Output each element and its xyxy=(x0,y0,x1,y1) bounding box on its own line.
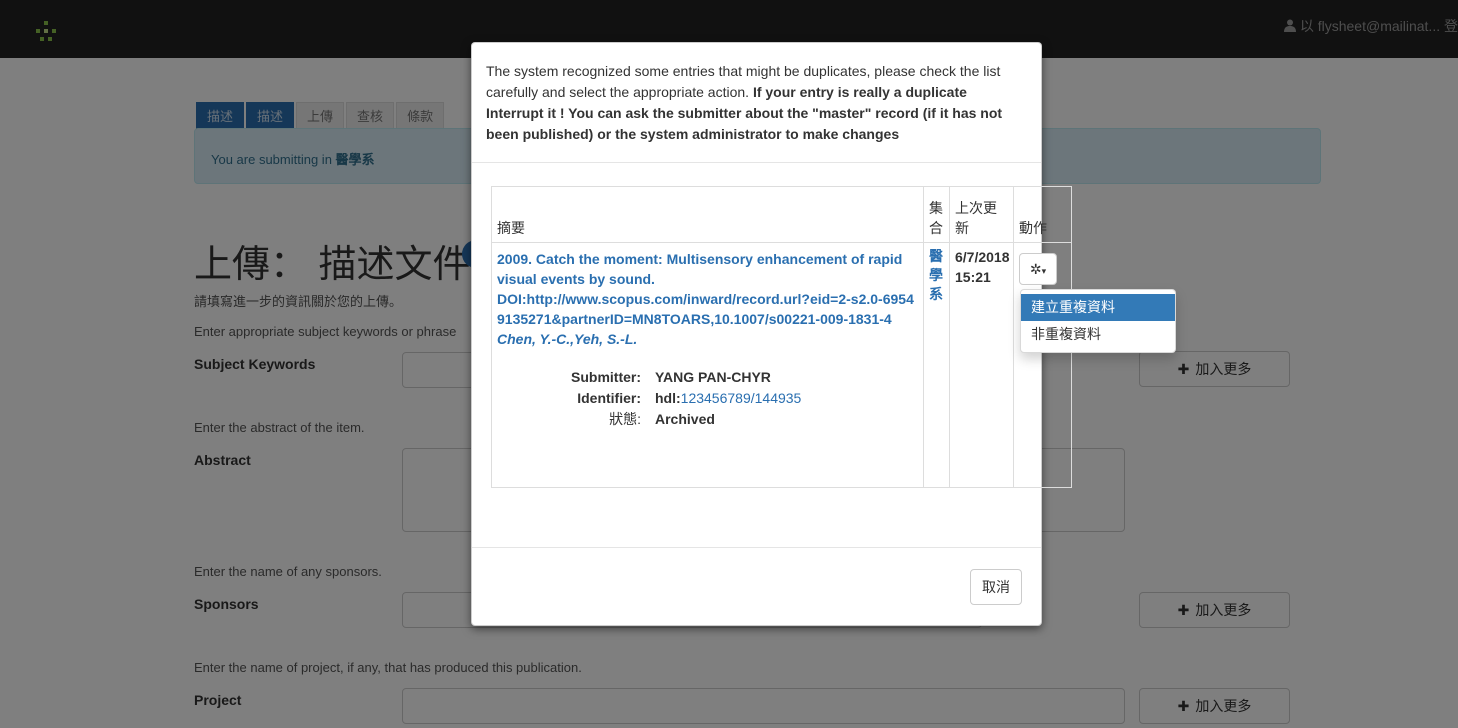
submitter-key: Submitter: xyxy=(571,369,641,385)
status-value: Archived xyxy=(655,411,715,427)
menu-item-not-duplicate[interactable]: 非重複資料 xyxy=(1021,321,1175,348)
entry-summary: 2009. Catch the moment: Multisensory enh… xyxy=(491,242,924,488)
entry-last-update: 6/7/2018 15:21 xyxy=(949,242,1014,488)
cancel-button[interactable]: 取消 xyxy=(970,569,1022,605)
column-header-collection: 集合 xyxy=(923,186,950,243)
gear-icon: ✲ xyxy=(1029,261,1042,277)
submitter-value: YANG PAN-CHYR xyxy=(655,369,771,385)
caret-down-icon: ▾ xyxy=(1041,266,1047,276)
entry-doi[interactable]: DOI:http://www.scopus.com/inward/record.… xyxy=(497,289,918,329)
action-dropdown-button[interactable]: ✲▾ xyxy=(1019,253,1057,285)
duplicate-check-modal: The system recognized some entries that … xyxy=(471,42,1072,626)
entry-details: Submitter: YANG PAN-CHYR Identifier: hdl:1… xyxy=(497,367,918,430)
column-header-action: 動作 xyxy=(1013,186,1072,243)
identifier-link[interactable]: 123456789/144935 xyxy=(681,390,802,406)
duplicates-table: 摘要 集合 上次更新 動作 2009. Catch the moment: Mu… xyxy=(491,186,1072,488)
modal-footer: 取消 xyxy=(472,547,1041,625)
table-row: 2009. Catch the moment: Multisensory enh… xyxy=(491,242,1072,488)
status-key: 狀態: xyxy=(609,411,641,427)
entry-action-cell: ✲▾ xyxy=(1013,242,1072,488)
entry-title[interactable]: 2009. Catch the moment: Multisensory enh… xyxy=(497,249,918,289)
action-dropdown-menu: 建立重複資料 非重複資料 xyxy=(1020,289,1176,353)
identifier-prefix: hdl: xyxy=(655,390,681,406)
entry-collection[interactable]: 醫學系 xyxy=(923,242,950,488)
identifier-key: Identifier: xyxy=(577,390,641,406)
column-header-summary: 摘要 xyxy=(491,186,924,243)
modal-message: The system recognized some entries that … xyxy=(472,43,1041,163)
column-header-last-update: 上次更新 xyxy=(949,186,1014,243)
entry-authors[interactable]: Chen, Y.-C.,Yeh, S.-L. xyxy=(497,329,918,349)
menu-item-create-duplicate[interactable]: 建立重複資料 xyxy=(1021,294,1175,321)
